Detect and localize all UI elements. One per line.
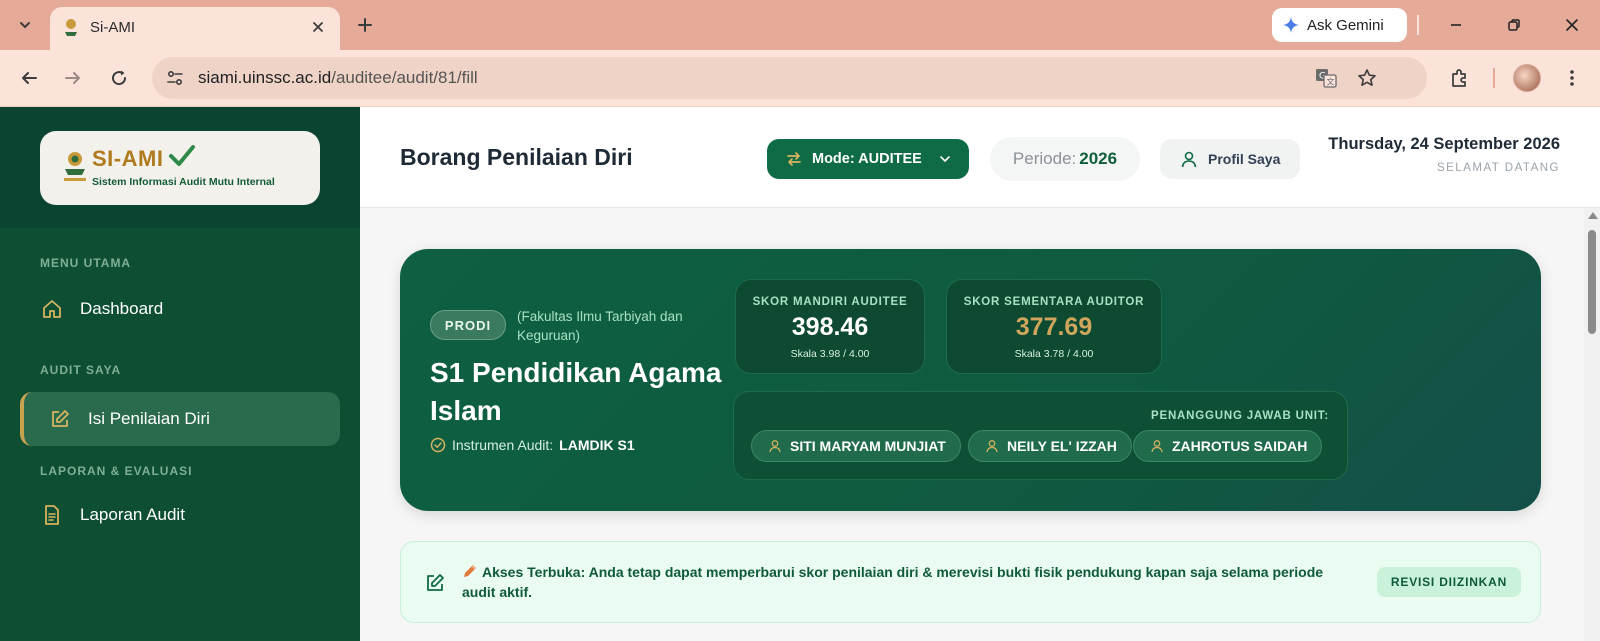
program-summary-card: PRODI (Fakultas Ilmu Tarbiyah dan Keguru… [400, 249, 1541, 511]
reload-icon[interactable] [106, 65, 132, 91]
pencil-icon [464, 565, 476, 577]
address-bar[interactable]: siami.uinssc.ac.id/auditee/audit/81/fill… [152, 57, 1427, 99]
url-host: siami.uinssc.ac.id [198, 68, 332, 87]
instrument-value: LAMDIK S1 [559, 437, 635, 453]
main-header: Borang Penilaian Diri Mode: AUDITEE Peri… [360, 107, 1600, 208]
sidebar-item-isi-penilaian-diri[interactable]: Isi Penilaian Diri [20, 392, 340, 446]
logo-subtitle: Sistem Informasi Audit Mutu Internal [92, 176, 275, 188]
gemini-sparkle-icon [1283, 17, 1299, 33]
pj-chip: SITI MARYAM MUNJIAT [751, 430, 961, 462]
responsible-persons-box: PENANGGUNG JAWAB UNIT: SITI MARYAM MUNJI… [733, 391, 1348, 480]
menu-section-laporan: LAPORAN & EVALUASI [40, 464, 193, 478]
menu-section-audit: AUDIT SAYA [40, 363, 122, 377]
periode-label: Periode: [1012, 149, 1077, 168]
browser-profile-avatar[interactable] [1513, 64, 1541, 92]
extensions-puzzle-icon[interactable] [1446, 65, 1472, 91]
siami-favicon-icon [60, 16, 82, 38]
browser-menu-kebab-icon[interactable] [1559, 65, 1585, 91]
close-window-icon[interactable] [1559, 12, 1585, 38]
browser-tab-bar: Si-AMI Ask Gemini [0, 0, 1600, 50]
document-icon [40, 503, 64, 527]
site-info-icon[interactable] [160, 63, 190, 93]
notice-text: Akses Terbuka: Anda tetap dapat memperba… [462, 564, 1324, 600]
user-icon [986, 440, 998, 453]
edit-icon [48, 407, 72, 431]
scroll-up-arrow-icon[interactable] [1588, 212, 1598, 219]
pj-name: SITI MARYAM MUNJIAT [790, 438, 946, 454]
url-text[interactable]: siami.uinssc.ac.id/auditee/audit/81/fill [198, 68, 478, 88]
page-title: Borang Penilaian Diri [400, 144, 633, 170]
score-label: SKOR MANDIRI AUDITEE [752, 296, 908, 308]
instrument-label: Instrumen Audit: [452, 437, 554, 453]
uinssc-emblem-icon [64, 152, 86, 181]
sidebar-item-dashboard[interactable]: Dashboard [20, 282, 340, 336]
profile-label: Profil Saya [1208, 151, 1281, 167]
sidebar-item-label: Dashboard [80, 299, 164, 318]
user-icon [769, 440, 781, 453]
auditor-score-card: SKOR SEMENTARA AUDITOR 377.69 Skala 3.78… [946, 279, 1162, 374]
logo-title: SI-AMI [92, 146, 164, 171]
prodi-badge: PRODI [430, 310, 506, 340]
profile-button[interactable]: Profil Saya [1160, 139, 1300, 179]
pj-name: NEILY EL' IZZAH [1007, 438, 1117, 454]
score-scale: Skala 3.78 / 4.00 [1014, 348, 1094, 360]
user-icon [1181, 151, 1197, 168]
tab-search-chevron-icon[interactable] [12, 12, 38, 38]
minimize-icon[interactable] [1443, 12, 1469, 38]
browser-tab[interactable]: Si-AMI [50, 7, 340, 50]
back-arrow-icon[interactable] [16, 65, 42, 91]
window-controls-divider [1417, 15, 1419, 35]
menu-section-utama: MENU UTAMA [40, 256, 132, 270]
program-name: S1 Pendidikan Agama Islam [430, 357, 722, 426]
sidebar-logo-area: SI-AMI Sistem Informasi Audit Mutu Inter… [0, 107, 360, 228]
access-notice: Akses Terbuka: Anda tetap dapat memperba… [400, 541, 1541, 623]
url-path: /auditee/audit/81/fill [331, 68, 478, 87]
welcome-text: SELAMAT DATANG [1436, 162, 1560, 174]
faculty-name: (Fakultas Ilmu Tarbiyah dan Keguruan) [517, 309, 683, 343]
tab-title: Si-AMI [90, 19, 135, 36]
score-label: SKOR SEMENTARA AUDITOR [963, 296, 1145, 308]
mode-label: Mode: AUDITEE [812, 151, 922, 167]
mode-switch-button[interactable]: Mode: AUDITEE [767, 139, 969, 179]
sidebar-item-laporan-audit[interactable]: Laporan Audit [20, 488, 340, 542]
bookmark-star-icon[interactable] [1355, 66, 1379, 90]
logo-checkmark-icon [169, 145, 195, 166]
instrument-info: Instrumen Audit: LAMDIK S1 [430, 437, 635, 453]
svg-text:文: 文 [1327, 77, 1335, 87]
check-circle-icon [430, 437, 446, 453]
restore-icon[interactable] [1501, 12, 1527, 38]
new-tab-plus-icon[interactable] [352, 12, 378, 38]
pj-chip: NEILY EL' IZZAH [968, 430, 1132, 462]
pj-chip: ZAHROTUS SAIDAH [1133, 430, 1323, 462]
pj-name: ZAHROTUS SAIDAH [1172, 438, 1308, 454]
revision-allowed-badge: REVISI DIIZINKAN [1377, 567, 1521, 597]
swap-arrows-icon [787, 152, 801, 166]
score-value: 398.46 [791, 313, 869, 341]
ask-gemini-label: Ask Gemini [1307, 16, 1384, 34]
sidebar-item-label: Laporan Audit [80, 505, 185, 524]
notice-message: Akses Terbuka: Anda tetap dapat memperba… [462, 562, 1347, 602]
sidebar-item-label: Isi Penilaian Diri [88, 409, 210, 428]
score-value: 377.69 [1015, 313, 1093, 341]
edit-icon [423, 571, 447, 595]
tab-close-icon[interactable] [306, 15, 330, 39]
pj-label: PENANGGUNG JAWAB UNIT: [1151, 410, 1329, 422]
browser-toolbar: siami.uinssc.ac.id/auditee/audit/81/fill… [0, 50, 1600, 107]
user-icon [1151, 440, 1163, 453]
app-logo[interactable]: SI-AMI Sistem Informasi Audit Mutu Inter… [40, 131, 320, 205]
auditee-score-card: SKOR MANDIRI AUDITEE 398.46 Skala 3.98 /… [735, 279, 925, 374]
chevron-down-icon [940, 156, 950, 163]
sidebar: SI-AMI Sistem Informasi Audit Mutu Inter… [0, 107, 360, 641]
score-scale: Skala 3.98 / 4.00 [790, 348, 870, 360]
forward-arrow-icon[interactable] [60, 65, 86, 91]
current-date: Thursday, 24 September 2026 [1328, 135, 1560, 153]
toolbar-divider [1493, 68, 1495, 88]
periode-indicator: Periode: 2026 [990, 137, 1140, 181]
ask-gemini-button[interactable]: Ask Gemini [1272, 8, 1407, 42]
periode-value: 2026 [1079, 149, 1118, 168]
translate-icon[interactable]: G文 [1314, 66, 1338, 90]
scroll-thumb[interactable] [1588, 230, 1596, 334]
home-icon [40, 297, 64, 321]
page-scrollbar[interactable] [1584, 208, 1600, 641]
